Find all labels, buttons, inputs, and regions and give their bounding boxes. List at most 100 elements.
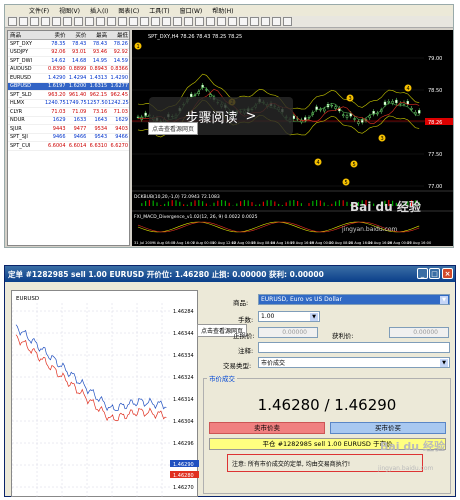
channel-icon[interactable] — [250, 17, 259, 26]
chevron-down-icon[interactable]: ▼ — [440, 296, 448, 304]
candle — [345, 115, 349, 118]
symbol-value: EURUSD, Euro vs US Dollar — [261, 296, 342, 303]
menu-help[interactable]: 帮助(H) — [212, 6, 233, 15]
tile-icon[interactable] — [140, 17, 149, 26]
expert-icon[interactable] — [74, 17, 83, 26]
menu-charts[interactable]: 图表(C) — [118, 6, 139, 15]
candle — [205, 89, 208, 91]
candle — [391, 101, 394, 104]
col-ask[interactable]: 买价 — [67, 31, 88, 39]
market-watch-row[interactable]: SPT_DWI 14.62 14.68 14.95 14.59 — [8, 57, 129, 66]
market-watch-row[interactable]: SPT_SLD 963.20 961.40 962.15 962.45 — [8, 91, 129, 100]
col-bid[interactable]: 卖价 — [46, 31, 67, 39]
col-low[interactable]: 最低 — [108, 31, 129, 39]
bar-chart-icon[interactable] — [85, 17, 94, 26]
new-order-icon[interactable] — [63, 17, 72, 26]
menu-insert[interactable]: 插入(I) — [90, 6, 108, 15]
price-tick: 1.46344 — [173, 331, 194, 337]
quote-cell: 1.6315 — [89, 83, 108, 90]
comment-field[interactable] — [258, 342, 450, 353]
sell-button[interactable]: 卖市价卖 — [209, 422, 325, 434]
trendline-icon[interactable] — [239, 17, 248, 26]
zoom-in-icon[interactable] — [118, 17, 127, 26]
navigator-icon[interactable] — [41, 17, 50, 26]
quote-cell: 6.6270 — [110, 142, 129, 149]
candle — [334, 106, 337, 109]
buy-button[interactable]: 买市价买 — [330, 422, 446, 434]
profiles-icon[interactable] — [19, 17, 28, 26]
vline-icon[interactable] — [217, 17, 226, 26]
cursor-icon[interactable] — [195, 17, 204, 26]
wave-label: 5 — [353, 162, 356, 168]
candle — [410, 107, 413, 110]
market-watch-row[interactable]: USDJPY 92.06 93.01 93.46 92.92 — [8, 49, 129, 57]
market-watch-row[interactable]: SPT_CUI 6.6004 6.6014 6.6310 6.6270 — [8, 142, 129, 151]
autoscroll-icon[interactable] — [151, 17, 160, 26]
indicators-icon[interactable] — [162, 17, 171, 26]
text-icon[interactable] — [272, 17, 281, 26]
minimize-icon[interactable]: _ — [417, 268, 428, 279]
fibo-icon[interactable] — [261, 17, 270, 26]
maximize-icon[interactable]: □ — [429, 268, 440, 279]
market-watch-row[interactable]: CLYR 71.03 71.09 73.16 71.03 — [8, 108, 129, 117]
menu-file[interactable]: 文件(F) — [29, 6, 49, 15]
market-watch-row[interactable]: SPT_SJI 9466 9466 9543 9466 — [8, 134, 129, 142]
market-watch-row[interactable]: SJUR 9443 9477 9534 9403 — [8, 125, 129, 134]
hline-icon[interactable] — [228, 17, 237, 26]
order-dialog: 定单 #1282985 sell 1.00 EURUSD 开价位: 1.4628… — [4, 265, 456, 498]
market-watch-row[interactable]: SPT_DXY 78.35 78.43 78.43 78.26 — [8, 40, 129, 49]
current-price-label: 78.26 — [428, 120, 442, 126]
quote-cell: 1.4290 — [110, 74, 129, 81]
quote-cell: 9466 — [115, 134, 128, 141]
symbol-cell: SPT_SLD — [10, 91, 32, 98]
col-high[interactable]: 最高 — [87, 31, 108, 39]
watermark-url: jingyan.baidu.com — [378, 465, 434, 472]
symbol-cell: SPT_SJI — [10, 134, 28, 141]
symbol-select[interactable]: EURUSD, Euro vs US Dollar ▼ — [258, 294, 450, 305]
label-icon[interactable] — [283, 17, 292, 26]
candle — [292, 115, 296, 119]
quote-cell: 9466 — [73, 134, 87, 141]
watermark-brand: Bai du 经验 — [380, 440, 445, 453]
quote-cell: 73.16 — [92, 108, 108, 115]
menu-tools[interactable]: 工具(T) — [149, 6, 169, 15]
quote-cell: 0.8943 — [89, 66, 108, 73]
volume-select[interactable]: 1.00 ▼ — [258, 311, 320, 322]
menu-window[interactable]: 窗口(W) — [180, 6, 203, 15]
candle-chart-icon[interactable] — [96, 17, 105, 26]
col-symbol[interactable]: 商品 — [8, 31, 46, 39]
terminal-icon[interactable] — [52, 17, 61, 26]
market-watch-header: 商品 卖价 买价 最高 最低 — [8, 31, 129, 40]
takeprofit-field[interactable]: 0.00000 — [389, 327, 449, 338]
new-chart-icon[interactable] — [8, 17, 17, 26]
quote-cell: 78.26 — [113, 40, 128, 47]
comment-label: 注释: — [238, 347, 254, 355]
menu-view[interactable]: 视图(V) — [59, 6, 80, 15]
market-watch-row[interactable]: AUDUSD 0.8390 0.8899 0.8943 0.8366 — [8, 66, 129, 74]
quote-cell: 6.6004 — [48, 142, 66, 149]
market-watch-row[interactable]: EURUSD 1.4290 1.4294 1.4313 1.4290 — [8, 74, 129, 83]
crosshair-icon[interactable] — [206, 17, 215, 26]
line-chart-icon[interactable] — [107, 17, 116, 26]
periods-icon[interactable] — [173, 17, 182, 26]
symbol-cell: CLYR — [10, 108, 23, 115]
zoom-out-icon[interactable] — [129, 17, 138, 26]
market-watch-row[interactable]: GBPUSD 1.6197 1.6200 1.6315 1.6277 — [8, 82, 129, 91]
stoploss-field[interactable]: 0.00000 — [258, 327, 318, 338]
market-watch-icon[interactable] — [30, 17, 39, 26]
bid-line — [15, 324, 167, 412]
price-tick: 1.46284 — [173, 309, 194, 315]
close-icon[interactable]: × — [442, 268, 453, 279]
order-type-select[interactable]: 市价成交 ▼ — [258, 357, 450, 368]
chevron-down-icon[interactable]: ▼ — [440, 359, 448, 367]
chevron-down-icon[interactable]: ▼ — [310, 313, 318, 321]
quote-cell: 961.40 — [68, 91, 87, 98]
wave-label: 4 — [407, 86, 410, 92]
market-watch-row[interactable]: NDUR 1629 1633 1643 1629 — [8, 117, 129, 125]
view-source-tip[interactable]: 点击查看源网页 — [148, 122, 199, 135]
market-watch-row[interactable]: HLMX 1240.75 1749.75 1257.50 1242.25 — [8, 100, 129, 108]
candle — [319, 109, 322, 111]
symbol-cell: AUDUSD — [10, 66, 32, 73]
takeprofit-value: 0.00000 — [413, 329, 438, 336]
templates-icon[interactable] — [184, 17, 193, 26]
